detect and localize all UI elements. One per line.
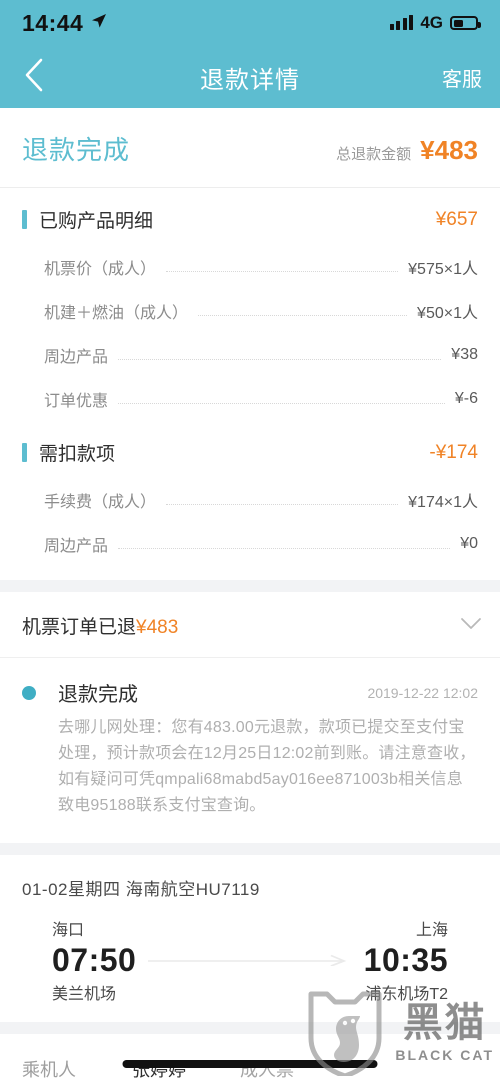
row-value: ¥-6 <box>454 390 478 407</box>
table-row: 周边产品 ¥0 <box>22 522 478 566</box>
timeline-description: 去哪儿网处理：您有483.00元退款，款项已提交至支付宝处理，预计款项会在12月… <box>58 719 476 814</box>
section-divider-band <box>0 1021 500 1034</box>
purchased-section-title: 已购产品明细 <box>39 211 154 232</box>
chevron-left-icon <box>24 58 44 97</box>
row-label: 机票价（成人） <box>44 261 157 278</box>
refund-status-text: 退款完成 <box>22 135 131 165</box>
signal-bars-icon <box>389 15 414 30</box>
refund-total-label: 总退款金额 <box>336 146 412 163</box>
deductions-section-title: 需扣款项 <box>39 444 116 465</box>
timeline-item-header: 退款完成 2019-12-22 12:02 <box>22 678 478 707</box>
dot-leader <box>166 503 399 505</box>
table-row: 机建＋燃油（成人） ¥50×1人 <box>22 289 478 333</box>
dot-leader <box>198 314 408 316</box>
section-divider-band <box>0 580 500 592</box>
row-label: 周边产品 <box>44 349 109 366</box>
departure-time: 07:50 <box>52 941 137 978</box>
table-row: 手续费（成人） ¥174×1人 <box>22 478 478 522</box>
timeline-timestamp: 2019-12-22 12:02 <box>367 684 478 701</box>
passenger-card: 乘机人 张婷婷 成人票 身份证 4114**********6?8 <box>0 1033 500 1082</box>
flight-arrow-icon <box>136 954 363 966</box>
chevron-down-icon[interactable] <box>460 617 481 635</box>
back-button[interactable] <box>14 46 54 108</box>
departure-block: 海口 07:50 美兰机场 <box>52 916 136 1004</box>
refund-summary: 退款完成 总退款金额 ¥483 <box>0 108 500 188</box>
table-row: 周边产品 ¥38 <box>22 333 478 377</box>
status-bar-right: 4G <box>389 13 481 33</box>
row-label: 手续费（成人） <box>44 494 157 511</box>
network-type-label: 4G <box>420 13 443 32</box>
flight-header: 01-02星期四 海南航空HU7119 <box>22 879 260 899</box>
card-bottom-gap <box>22 566 478 580</box>
dot-leader <box>166 270 399 272</box>
departure-city: 海口 <box>52 921 85 939</box>
arrival-block: 上海 10:35 浦东机场T2 <box>364 916 448 1004</box>
purchased-section-header: 已购产品明细 ¥657 <box>22 188 478 245</box>
row-value: ¥0 <box>460 535 478 552</box>
status-bar: 14:44 4G <box>0 0 500 46</box>
dot-leader <box>118 358 442 360</box>
refund-order-header[interactable]: 机票订单已退¥483 <box>0 592 500 658</box>
battery-icon <box>450 16 481 30</box>
section-accent-bar <box>22 210 27 229</box>
flight-card: 01-02星期四 海南航空HU7119 海口 07:50 美兰机场 上海 10:… <box>0 854 500 1022</box>
refund-order-amount: ¥483 <box>136 617 179 638</box>
departure-airport: 美兰机场 <box>52 985 117 1003</box>
row-label: 订单优惠 <box>44 393 109 410</box>
table-row: 机票价（成人） ¥575×1人 <box>22 245 478 289</box>
arrival-time: 10:35 <box>363 941 448 978</box>
row-value: ¥575×1人 <box>408 261 478 278</box>
refund-order-title: 机票订单已退 <box>22 617 137 638</box>
row-value: ¥38 <box>451 346 478 363</box>
section-divider-band <box>0 842 500 855</box>
flight-itinerary: 海口 07:50 美兰机场 上海 10:35 浦东机场T2 <box>22 916 478 1004</box>
timeline-dot-icon <box>22 685 36 700</box>
row-label: 机建＋燃油（成人） <box>44 305 189 322</box>
refund-timeline: 退款完成 2019-12-22 12:02 去哪儿网处理：您有483.00元退款… <box>0 658 500 843</box>
deductions-section-amount: -¥174 <box>429 441 478 463</box>
timeline-title: 退款完成 <box>58 684 138 706</box>
status-time: 14:44 <box>22 9 84 36</box>
phone-screen: 14:44 4G 退款详情 客服 退款完成 总退款金额 ¥483 已购产品明细 … <box>0 0 500 1082</box>
refund-order-title-wrap: 机票订单已退¥483 <box>22 612 178 639</box>
row-label: 周边产品 <box>44 538 109 555</box>
purchased-products-card: 已购产品明细 ¥657 机票价（成人） ¥575×1人 机建＋燃油（成人） ¥5… <box>0 188 500 580</box>
dot-leader <box>118 547 451 549</box>
deductions-section-header: 需扣款项 -¥174 <box>22 421 478 478</box>
section-accent-bar <box>22 443 27 462</box>
row-value: ¥50×1人 <box>417 305 478 322</box>
row-value: ¥174×1人 <box>408 494 478 511</box>
purchased-section-amount: ¥657 <box>435 208 478 230</box>
passenger-label: 乘机人 <box>22 1059 76 1080</box>
refund-total: 总退款金额 ¥483 <box>336 135 478 166</box>
arrival-airport: 浦东机场T2 <box>365 985 448 1003</box>
location-arrow-icon <box>91 13 107 34</box>
page-title: 退款详情 <box>200 66 300 94</box>
nav-bar: 退款详情 客服 <box>0 46 500 108</box>
home-indicator <box>122 1060 378 1068</box>
table-row: 订单优惠 ¥-6 <box>22 377 478 421</box>
refund-total-amount: ¥483 <box>420 135 478 165</box>
customer-service-button[interactable]: 客服 <box>442 46 482 108</box>
arrival-city: 上海 <box>415 921 448 939</box>
dot-leader <box>118 402 445 404</box>
status-bar-left: 14:44 <box>22 10 107 37</box>
